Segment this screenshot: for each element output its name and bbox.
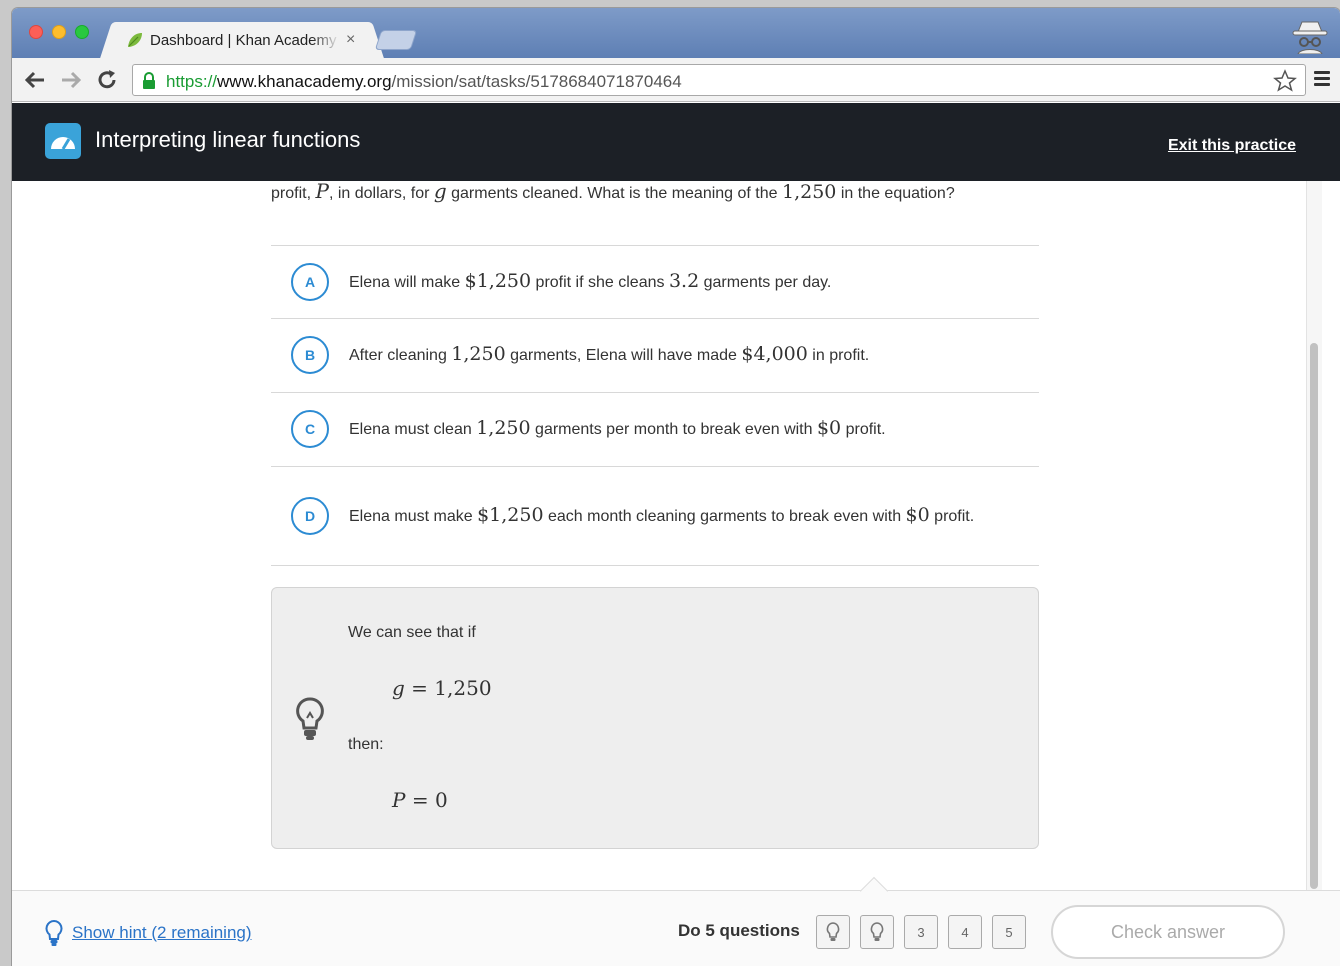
lightbulb-icon: [296, 697, 324, 740]
khan-leaf-icon: [128, 33, 142, 47]
hint-text: then:: [348, 736, 384, 753]
lock-icon: [143, 72, 155, 89]
reload-button[interactable]: [94, 68, 120, 92]
divider: [271, 565, 1039, 566]
exercise-content: profit, P, in dollars, for g garments cl…: [12, 181, 1302, 891]
choice-text-d: Elena must make $1,250 each month cleani…: [349, 504, 975, 526]
question-1-status: [816, 915, 850, 949]
browser-tab[interactable]: Dashboard | Khan Academy ×: [116, 22, 368, 58]
hint-text: We can see that if: [348, 624, 476, 641]
choice-bubble-b[interactable]: B: [291, 336, 329, 374]
forward-button[interactable]: [58, 68, 84, 92]
choice-b[interactable]: B After cleaning 1,250 garments, Elena w…: [271, 319, 1039, 391]
question-3-status: 3: [904, 915, 938, 949]
page-title: Interpreting linear functions: [95, 127, 361, 152]
hint-equation: P = 0: [392, 788, 448, 812]
back-arrow-icon: [24, 71, 44, 89]
forward-arrow-icon: [62, 71, 82, 89]
reload-icon: [98, 70, 116, 89]
choice-d[interactable]: D Elena must make $1,250 each month clea…: [271, 467, 1039, 565]
hint-panel: We can see that if g = 1,250 then: P = 0: [271, 587, 1039, 849]
minimize-window-button[interactable]: [52, 25, 66, 39]
close-window-button[interactable]: [29, 25, 43, 39]
choice-a[interactable]: A Elena will make $1,250 profit if she c…: [271, 246, 1039, 318]
zoom-window-button[interactable]: [75, 25, 89, 39]
browser-menu-icon[interactable]: [1314, 71, 1330, 89]
show-hint-button[interactable]: Show hint (2 remaining): [44, 919, 252, 947]
choice-bubble-c[interactable]: C: [291, 410, 329, 448]
show-hint-label[interactable]: Show hint (2 remaining): [72, 923, 252, 943]
choice-c[interactable]: C Elena must clean 1,250 garments per mo…: [271, 393, 1039, 465]
question-2-status: [860, 915, 894, 949]
choice-text-c: Elena must clean 1,250 garments per mont…: [349, 417, 886, 439]
question-text: profit, P, in dollars, for g garments cl…: [271, 181, 955, 203]
exercise-footer: Show hint (2 remaining) Do 5 questions 3…: [12, 876, 1340, 966]
back-button[interactable]: [22, 68, 48, 92]
exercise-logo: [45, 123, 81, 159]
choice-text-a: Elena will make $1,250 profit if she cle…: [349, 270, 832, 292]
tab-title: Dashboard | Khan Academy: [150, 31, 337, 49]
hint-equation: g = 1,250: [392, 676, 492, 700]
hint-used-icon: [826, 922, 840, 941]
bookmark-star-icon[interactable]: [1273, 69, 1297, 93]
browser-window: Dashboard | Khan Academy × https://www.k…: [12, 8, 1340, 966]
question-5-status: 5: [992, 915, 1026, 949]
question-4-status: 4: [948, 915, 982, 949]
tab-close-icon[interactable]: ×: [346, 31, 355, 49]
address-bar[interactable]: https://www.khanacademy.org/mission/sat/…: [132, 64, 1306, 96]
browser-toolbar: https://www.khanacademy.org/mission/sat/…: [12, 58, 1340, 102]
questions-goal-label: Do 5 questions: [678, 921, 800, 940]
url-text: https://www.khanacademy.org/mission/sat/…: [166, 72, 682, 91]
choice-bubble-d[interactable]: D: [291, 497, 329, 535]
choice-text-b: After cleaning 1,250 garments, Elena wil…: [349, 343, 870, 365]
hint-used-icon: [870, 922, 884, 941]
scrollbar-thumb[interactable]: [1310, 343, 1318, 889]
tab-strip: Dashboard | Khan Academy ×: [12, 8, 1340, 58]
incognito-icon: [1292, 21, 1328, 54]
new-tab-button[interactable]: [374, 30, 418, 50]
speedometer-icon: [51, 137, 75, 150]
check-answer-button[interactable]: Check answer: [1051, 905, 1285, 959]
exit-practice-link[interactable]: Exit this practice: [1168, 137, 1296, 155]
hint-lightbulb-icon: [45, 919, 63, 946]
practice-header: Interpreting linear functions Exit this …: [12, 103, 1340, 181]
choice-bubble-a[interactable]: A: [291, 263, 329, 301]
